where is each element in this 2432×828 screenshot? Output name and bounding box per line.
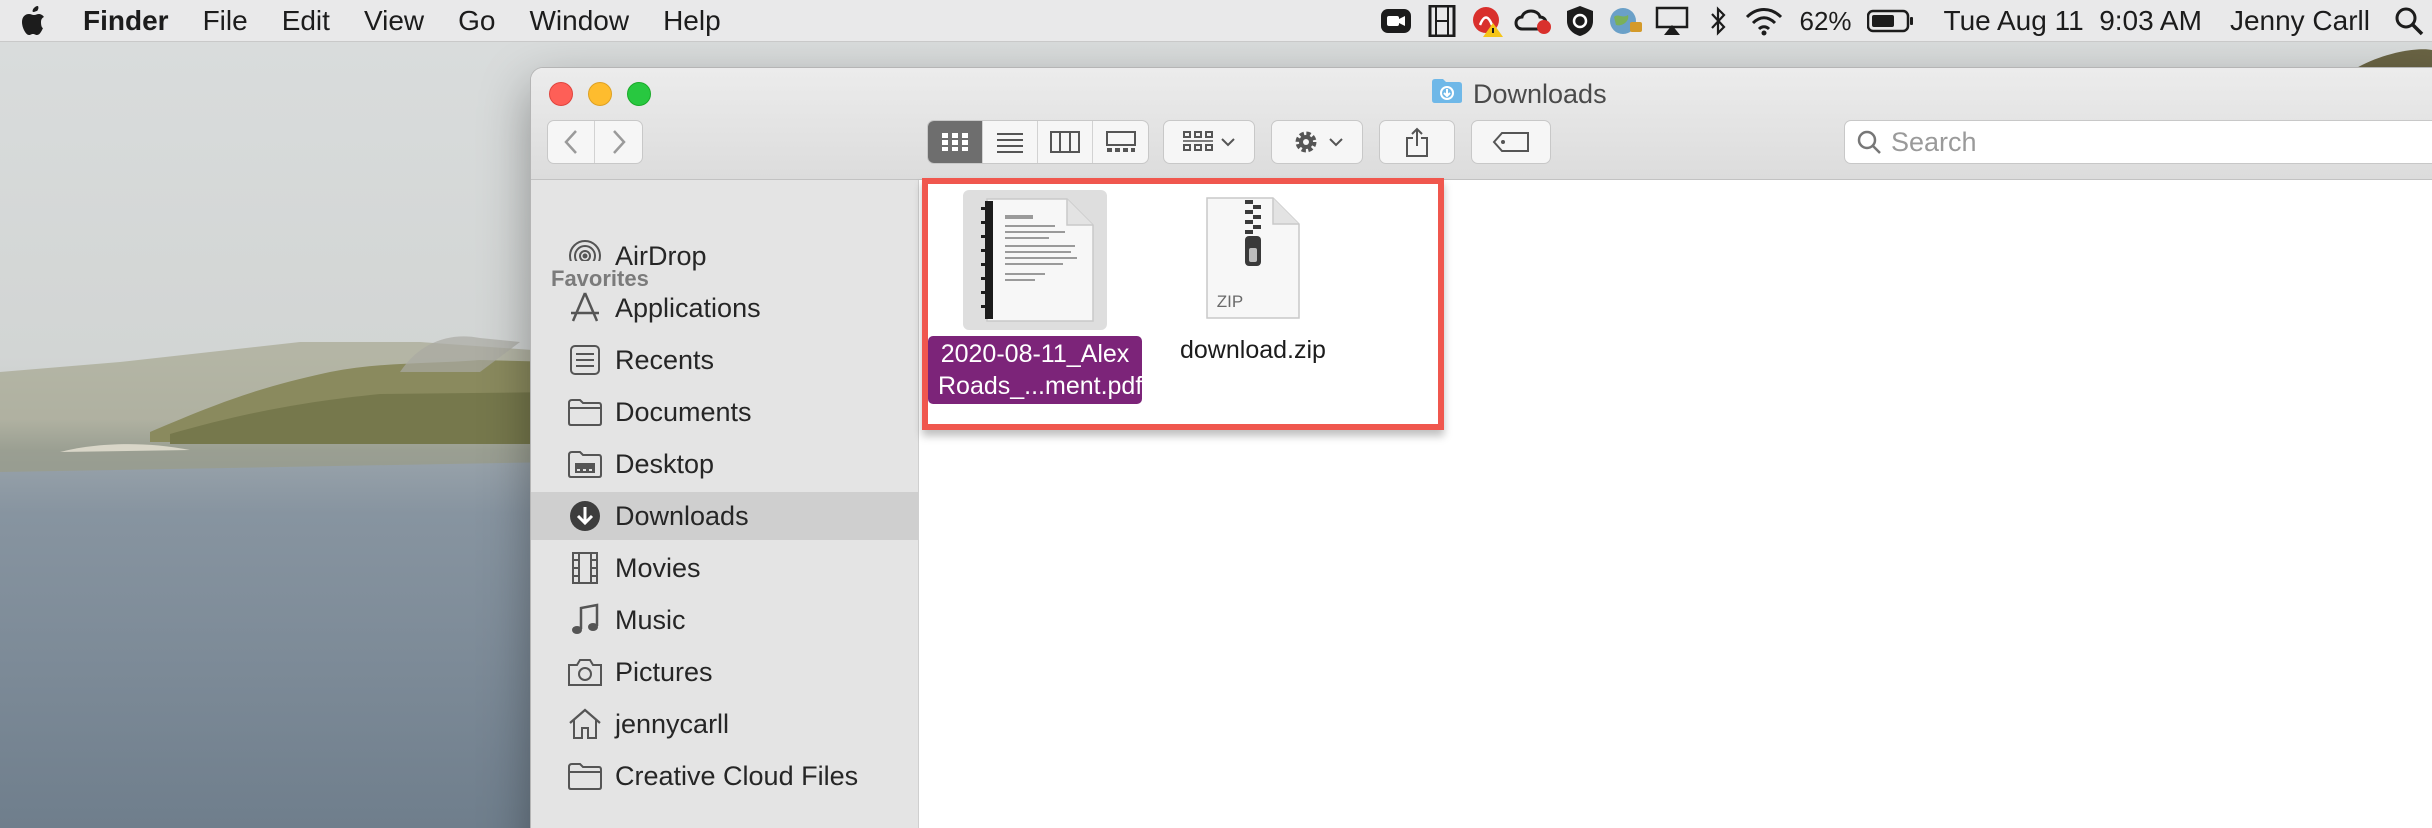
pdf-thumbnail bbox=[963, 190, 1107, 330]
menu-help[interactable]: Help bbox=[646, 5, 738, 37]
zip-badge: ZIP bbox=[1216, 292, 1244, 311]
search-placeholder: Search bbox=[1891, 126, 1977, 157]
menu-edit[interactable]: Edit bbox=[265, 5, 347, 37]
globe-lock-icon[interactable] bbox=[1603, 0, 1649, 42]
window-toolbar: Downloads Search bbox=[531, 68, 2432, 180]
gallery-view-button[interactable] bbox=[1093, 121, 1148, 163]
downloads-folder-icon bbox=[1431, 78, 1463, 111]
list-view-button[interactable] bbox=[983, 121, 1038, 163]
battery-icon[interactable] bbox=[1864, 0, 1918, 42]
pdf-document-icon bbox=[981, 198, 1094, 322]
menu-bar: Finder File Edit View Go Window Help 62%… bbox=[0, 0, 2432, 42]
search-field[interactable]: Search bbox=[1844, 120, 2432, 164]
menu-file[interactable]: File bbox=[186, 5, 265, 37]
menu-user-name[interactable]: Jenny Carll bbox=[2222, 5, 2386, 37]
chevron-down-icon bbox=[1221, 138, 1235, 147]
window-title: Downloads bbox=[1431, 78, 1607, 111]
back-button[interactable] bbox=[548, 121, 596, 163]
menu-go[interactable]: Go bbox=[441, 5, 512, 37]
chevron-right-icon bbox=[612, 130, 626, 154]
gear-icon bbox=[1295, 131, 1317, 153]
zoom-video-icon[interactable] bbox=[1373, 0, 1419, 42]
gallery-icon bbox=[1105, 131, 1136, 152]
view-mode-control bbox=[927, 120, 1149, 164]
action-menu-button[interactable] bbox=[1271, 120, 1363, 164]
zoom-window-button[interactable] bbox=[627, 82, 651, 106]
file-name-line-2: Roads_...ment.pdf bbox=[938, 372, 1143, 400]
menu-app-name[interactable]: Finder bbox=[66, 5, 186, 37]
chevron-down-icon bbox=[1329, 138, 1343, 147]
bluetooth-icon[interactable] bbox=[1695, 0, 1741, 42]
chevron-left-icon bbox=[564, 130, 577, 154]
shield-icon[interactable] bbox=[1557, 0, 1603, 42]
icon-view-button[interactable] bbox=[928, 121, 983, 163]
close-window-button[interactable] bbox=[549, 82, 573, 106]
window-title-text: Downloads bbox=[1473, 79, 1607, 109]
file-item-pdf[interactable]: 2020-08-11_Alex Roads_...ment.pdf bbox=[928, 190, 1142, 404]
creative-cloud-icon[interactable] bbox=[1511, 0, 1557, 42]
search-icon bbox=[1857, 130, 1881, 154]
film-strip-icon[interactable] bbox=[1419, 0, 1465, 42]
file-item-zip[interactable]: ZIP download.zip bbox=[1180, 196, 1326, 365]
file-name-selected[interactable]: 2020-08-11_Alex Roads_...ment.pdf bbox=[928, 336, 1142, 404]
file-name[interactable]: download.zip bbox=[1180, 336, 1326, 365]
menu-window[interactable]: Window bbox=[512, 5, 646, 37]
finder-window: Downloads Search Favorites bbox=[531, 68, 2432, 828]
group-icon bbox=[1183, 131, 1213, 151]
acrobat-alert-icon[interactable] bbox=[1465, 0, 1511, 42]
back-forward-buttons bbox=[547, 120, 643, 164]
tags-button[interactable] bbox=[1471, 120, 1551, 164]
share-button[interactable] bbox=[1379, 120, 1455, 164]
menu-bar-extras: 62% Tue Aug 11 9:03 AM Jenny Carll bbox=[1373, 0, 2432, 42]
icon-grid-icon bbox=[942, 133, 968, 151]
menu-clock[interactable]: Tue Aug 11 9:03 AM bbox=[1918, 5, 2222, 37]
file-name-line-1: 2020-08-11_Alex bbox=[940, 340, 1130, 368]
list-icon bbox=[997, 133, 1023, 153]
column-view-button[interactable] bbox=[1038, 121, 1093, 163]
sidebar: Favorites bbox=[531, 180, 919, 828]
apple-menu-icon[interactable] bbox=[0, 5, 66, 36]
forward-button[interactable] bbox=[595, 121, 642, 163]
share-icon bbox=[1406, 127, 1428, 157]
sidebar-section-favorites: Favorites bbox=[551, 266, 649, 291]
spotlight-search-icon[interactable] bbox=[2386, 0, 2432, 42]
airplay-icon[interactable] bbox=[1649, 0, 1695, 42]
columns-icon bbox=[1050, 131, 1080, 153]
wifi-icon[interactable] bbox=[1741, 0, 1787, 42]
group-by-button[interactable] bbox=[1163, 120, 1255, 164]
battery-percent[interactable]: 62% bbox=[1787, 6, 1863, 37]
minimize-window-button[interactable] bbox=[588, 82, 612, 106]
menu-view[interactable]: View bbox=[347, 5, 441, 37]
tag-icon bbox=[1492, 132, 1529, 152]
